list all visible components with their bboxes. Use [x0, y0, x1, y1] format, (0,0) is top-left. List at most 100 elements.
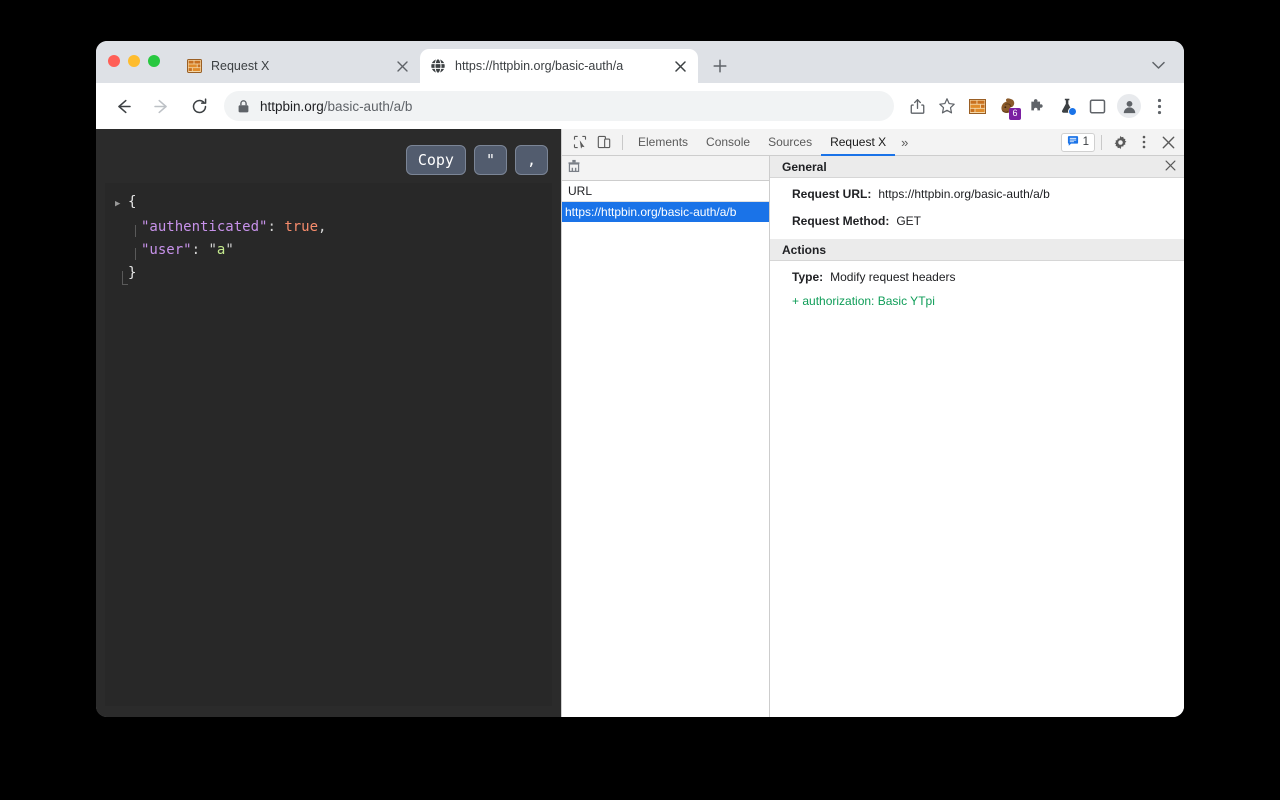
json-key-authenticated: "authenticated"	[141, 219, 268, 235]
side-panel-icon[interactable]	[1082, 91, 1112, 121]
brick-wall-extension-icon[interactable]	[962, 91, 992, 121]
toolbar-icon-group: 6	[902, 91, 1174, 121]
tab-title: https://httpbin.org/basic-auth/a	[455, 59, 624, 73]
json-colon: :	[267, 219, 276, 235]
devtools-body: URL https://httpbin.org/basic-auth/a/b G…	[562, 156, 1184, 717]
json-content[interactable]: ▶{ "authenticated": true, "user": " a " }	[105, 183, 552, 706]
share-icon[interactable]	[902, 91, 932, 121]
close-tab-button[interactable]	[392, 56, 412, 76]
actions-section-header: Actions	[770, 239, 1184, 261]
json-open-brace: {	[128, 194, 137, 210]
address-bar[interactable]: httpbin.org/basic-auth/a/b	[224, 91, 894, 121]
actions-section-title: Actions	[782, 242, 827, 257]
device-toolbar-icon[interactable]	[592, 131, 616, 153]
beaker-extension-icon[interactable]	[1052, 91, 1082, 121]
beaker-status-dot	[1068, 107, 1077, 116]
browser-toolbar: httpbin.org/basic-auth/a/b 6	[96, 83, 1184, 129]
json-quote-close: "	[225, 242, 234, 258]
puzzle-extensions-icon[interactable]	[1022, 91, 1052, 121]
browser-tab-httpbin[interactable]: https://httpbin.org/basic-auth/a	[420, 49, 698, 83]
close-icon[interactable]	[1165, 160, 1176, 173]
json-viewer-buttons: Copy " ,	[105, 139, 552, 183]
request-url-label: Request URL:	[792, 187, 872, 201]
request-method-value: GET	[896, 214, 922, 228]
avatar	[1117, 94, 1141, 118]
maximize-window-button[interactable]	[148, 55, 160, 67]
globe-icon	[430, 58, 446, 74]
address-bar-url: httpbin.org/basic-auth/a/b	[260, 99, 412, 114]
content-area: Copy " , ▶{ "authenticated": true, "user…	[96, 129, 1184, 717]
request-method-row: Request Method: GET	[770, 208, 1184, 235]
forward-arrow-icon[interactable]	[145, 90, 177, 122]
added-header-row: + authorization: Basic YTpi	[792, 294, 935, 308]
clear-broom-icon[interactable]	[567, 159, 581, 178]
devtools-panel: Elements Console Sources Request X » 1 U…	[561, 129, 1184, 717]
url-path: /basic-auth/a/b	[323, 98, 413, 114]
action-type-label: Type:	[792, 270, 824, 284]
tab-strip: Request X https://httpbin.org/basic-auth…	[96, 41, 1184, 83]
json-comma: ,	[318, 219, 327, 235]
tab-search-chevron-down-icon[interactable]	[1144, 51, 1172, 79]
devtools-tab-request-x[interactable]: Request X	[821, 129, 895, 156]
quote-toggle-button[interactable]: "	[473, 145, 507, 175]
request-list-toolbar	[562, 156, 769, 181]
request-detail-pane: General Request URL: https://httpbin.org…	[770, 156, 1184, 717]
toolbar-divider	[1101, 134, 1102, 150]
close-window-button[interactable]	[108, 55, 120, 67]
general-section-title: General	[782, 159, 827, 174]
reload-icon[interactable]	[183, 90, 215, 122]
profile-avatar-icon[interactable]	[1114, 91, 1144, 121]
json-viewer-page: Copy " , ▶{ "authenticated": true, "user…	[96, 129, 561, 717]
devtools-tab-overflow-icon[interactable]: »	[895, 129, 914, 156]
json-line-open-brace: ▶{	[115, 191, 542, 216]
tab-title: Request X	[211, 59, 270, 73]
inspect-element-icon[interactable]	[568, 131, 592, 153]
extension-badge-count: 6	[1009, 108, 1021, 120]
devtools-tab-sources[interactable]: Sources	[759, 129, 821, 156]
minimize-window-button[interactable]	[128, 55, 140, 67]
close-tab-button[interactable]	[670, 56, 690, 76]
window-traffic-lights	[108, 41, 176, 83]
json-line-close-brace: }	[115, 262, 542, 285]
chrome-menu-icon[interactable]	[1144, 91, 1174, 121]
actions-section-rows: Type: Modify request headers + authoriza…	[770, 261, 1184, 319]
comma-toggle-button[interactable]: ,	[514, 145, 548, 175]
gear-icon[interactable]	[1108, 131, 1132, 153]
json-value-true: true	[284, 219, 319, 235]
squirrel-extension-icon[interactable]: 6	[992, 91, 1022, 121]
request-list-row[interactable]: https://httpbin.org/basic-auth/a/b	[562, 202, 769, 222]
action-type-row: Type: Modify request headers	[770, 264, 1184, 291]
json-line-authenticated: "authenticated": true,	[115, 216, 542, 239]
json-value-user: a	[216, 242, 226, 258]
browser-tab-request-x[interactable]: Request X	[176, 49, 420, 83]
request-url-row: Request URL: https://httpbin.org/basic-a…	[770, 181, 1184, 208]
json-line-user: "user": " a "	[115, 239, 542, 262]
new-tab-button[interactable]	[706, 52, 734, 80]
json-close-brace: }	[128, 265, 137, 281]
request-list-pane: URL https://httpbin.org/basic-auth/a/b	[562, 156, 770, 717]
more-options-icon[interactable]	[1132, 131, 1156, 153]
request-url-value: https://httpbin.org/basic-auth/a/b	[878, 187, 1050, 201]
json-colon: :	[191, 242, 201, 258]
devtools-tab-elements[interactable]: Elements	[629, 129, 697, 156]
general-section-header: General	[770, 156, 1184, 178]
json-key-user: "user"	[141, 242, 192, 258]
json-quote-open: "	[208, 242, 217, 258]
toolbar-divider	[622, 134, 623, 150]
browser-window: Request X https://httpbin.org/basic-auth…	[96, 41, 1184, 717]
back-arrow-icon[interactable]	[107, 90, 139, 122]
devtools-tab-bar: Elements Console Sources Request X » 1	[562, 129, 1184, 156]
close-devtools-icon[interactable]	[1156, 131, 1180, 153]
general-section-rows: Request URL: https://httpbin.org/basic-a…	[770, 178, 1184, 239]
request-list-column-header: URL	[562, 181, 769, 202]
copy-button[interactable]: Copy	[405, 145, 466, 175]
url-domain: httpbin.org	[260, 98, 324, 114]
lock-icon	[238, 99, 249, 113]
devtools-message-badge[interactable]: 1	[1060, 132, 1095, 152]
bookmark-star-icon[interactable]	[932, 91, 962, 121]
request-method-label: Request Method:	[792, 214, 890, 228]
devtools-tab-console[interactable]: Console	[697, 129, 759, 156]
action-type-value: Modify request headers	[830, 270, 956, 284]
detail-empty-space	[770, 319, 1184, 717]
collapse-triangle-icon[interactable]: ▶	[115, 193, 128, 216]
